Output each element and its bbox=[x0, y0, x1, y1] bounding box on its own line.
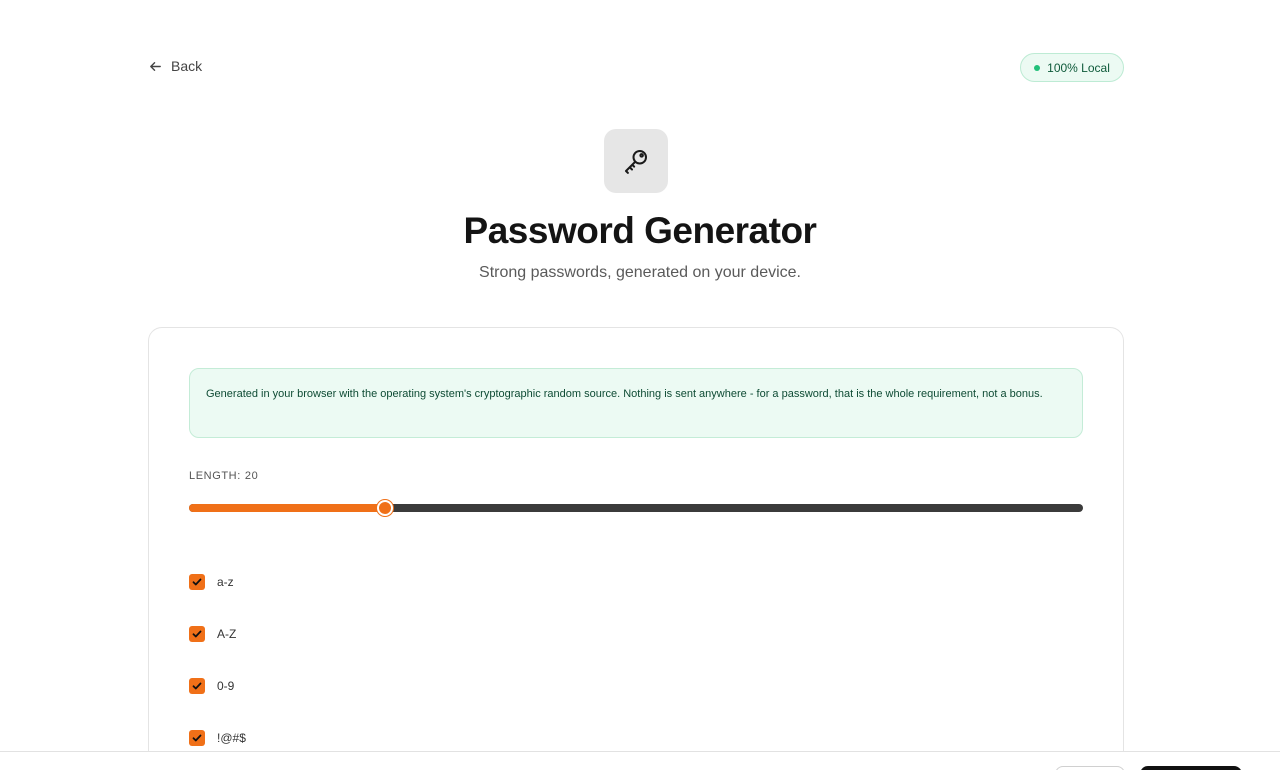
check-icon bbox=[192, 682, 202, 690]
length-slider[interactable] bbox=[189, 500, 1083, 516]
length-label: LENGTH: 20 bbox=[189, 470, 258, 482]
uppercase-label: A-Z bbox=[217, 627, 237, 641]
digits-label: 0-9 bbox=[217, 679, 235, 693]
key-icon bbox=[625, 150, 647, 174]
key-icon-tile bbox=[604, 129, 668, 193]
back-label: Back bbox=[171, 58, 203, 74]
option-digits[interactable]: 0-9 bbox=[189, 678, 234, 694]
uppercase-checkbox[interactable] bbox=[189, 626, 205, 642]
length-slider-thumb[interactable] bbox=[376, 500, 393, 516]
primary-action-button[interactable] bbox=[1140, 766, 1242, 770]
digits-checkbox[interactable] bbox=[189, 678, 205, 694]
option-uppercase[interactable]: A-Z bbox=[189, 626, 236, 642]
privacy-notice: Generated in your browser with the opera… bbox=[189, 368, 1083, 438]
option-lowercase[interactable]: a-z bbox=[189, 574, 234, 590]
back-link[interactable]: Back bbox=[148, 58, 202, 74]
lowercase-checkbox[interactable] bbox=[189, 574, 205, 590]
length-label-text: LENGTH: bbox=[189, 470, 241, 482]
generator-card: Generated in your browser with the opera… bbox=[148, 327, 1124, 770]
arrow-left-icon bbox=[150, 61, 161, 71]
check-icon bbox=[192, 578, 202, 586]
local-badge-label: 100% Local bbox=[1047, 60, 1110, 75]
page-title: Password Generator bbox=[463, 210, 817, 251]
local-badge: 100% Local bbox=[1020, 53, 1124, 82]
page: Back 100% Local Password Generator Stron… bbox=[0, 0, 1280, 770]
page-subtitle: Strong passwords, generated on your devi… bbox=[479, 264, 801, 281]
check-icon bbox=[192, 734, 202, 742]
length-value: 20 bbox=[244, 470, 259, 482]
lowercase-label: a-z bbox=[217, 575, 234, 589]
length-slider-fill bbox=[189, 504, 385, 512]
symbols-label: !@#$ bbox=[217, 731, 246, 745]
check-icon bbox=[192, 630, 202, 638]
secondary-action-button[interactable] bbox=[1055, 766, 1125, 770]
option-symbols[interactable]: !@#$ bbox=[189, 730, 246, 746]
symbols-checkbox[interactable] bbox=[189, 730, 205, 746]
status-dot-icon bbox=[1034, 64, 1041, 71]
